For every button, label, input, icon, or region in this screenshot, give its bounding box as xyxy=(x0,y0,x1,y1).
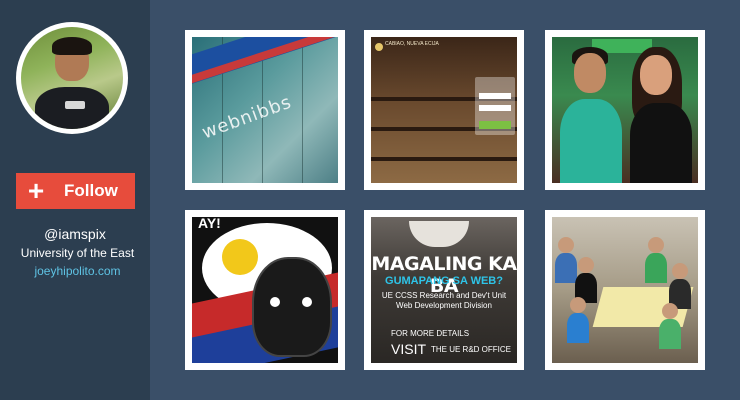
bull-figure xyxy=(252,257,332,357)
photo-tile-4[interactable]: AY! xyxy=(185,210,345,370)
poster-line-3: FOR MORE DETAILS xyxy=(391,329,470,338)
photo-poster: MAGALING KA BA GUMAPANG SA WEB? UE CCSS … xyxy=(371,217,517,363)
profile-website-link[interactable]: joeyhipolito.com xyxy=(0,264,155,278)
avatar-photo xyxy=(21,27,123,129)
photo-tile-5[interactable]: MAGALING KA BA GUMAPANG SA WEB? UE CCSS … xyxy=(364,210,524,370)
poster-line-1: UE CCSS Research and Dev't Unit xyxy=(381,291,507,300)
profile-handle: @iamspix xyxy=(44,226,106,242)
poster-line-4: VISIT xyxy=(391,341,427,357)
seal-icon xyxy=(375,43,383,51)
coffee-cup-icon xyxy=(409,221,469,247)
login-form-graphic xyxy=(475,77,515,135)
avatar[interactable] xyxy=(16,22,128,134)
photo-tile-2[interactable]: CABIAO, NUEVA ECIJA xyxy=(364,30,524,190)
profile-school: University of the East xyxy=(20,246,135,260)
photo-tile-3[interactable] xyxy=(545,30,705,190)
follow-button[interactable]: + Follow xyxy=(16,173,135,209)
sun-icon xyxy=(222,239,258,275)
poster-line-2: Web Development Division xyxy=(396,301,492,310)
photo-tile-6[interactable] xyxy=(545,210,705,370)
follow-label: Follow xyxy=(64,181,118,200)
cartoon-text: AY! xyxy=(198,217,221,231)
photo-library: CABIAO, NUEVA ECIJA xyxy=(371,37,517,183)
poster-line-5: THE UE R&D OFFICE xyxy=(431,345,512,354)
photo-two-people xyxy=(552,37,698,183)
photo-webnibbs: webnibbs xyxy=(192,37,338,183)
building-sign-text: webnibbs xyxy=(199,91,295,144)
poster-subheadline: GUMAPANG SA WEB? xyxy=(385,275,503,287)
photo-cartoon-bull: AY! xyxy=(192,217,338,363)
library-header-text: CABIAO, NUEVA ECIJA xyxy=(385,41,439,47)
photo-group-dinner xyxy=(552,217,698,363)
plus-icon: + xyxy=(27,175,45,206)
profile-sidebar: + Follow @iamspix University of the East… xyxy=(0,0,150,400)
photo-tile-1[interactable]: webnibbs xyxy=(185,30,345,190)
